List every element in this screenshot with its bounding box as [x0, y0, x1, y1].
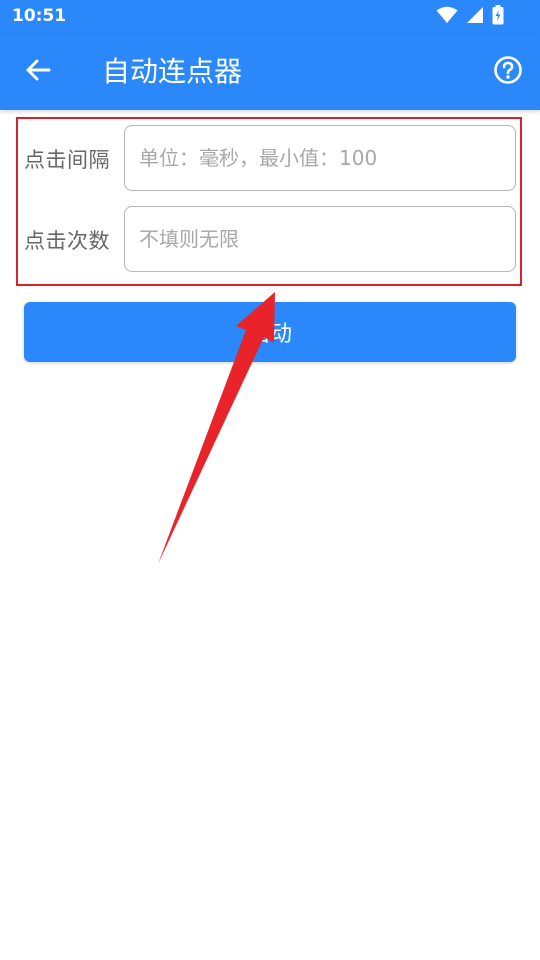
count-label: 点击次数: [24, 229, 110, 253]
interval-input[interactable]: [124, 125, 516, 191]
interval-label: 点击间隔: [24, 148, 110, 172]
help-circle-icon: [493, 55, 523, 89]
count-input[interactable]: [124, 206, 516, 272]
status-icons: [436, 5, 504, 29]
count-row: 点击次数: [24, 206, 516, 272]
status-time: 10:51: [12, 6, 67, 26]
help-button[interactable]: [490, 54, 526, 90]
interval-row: 点击间隔: [24, 125, 516, 191]
start-button-label: 启动: [247, 322, 292, 347]
battery-charging-icon: [492, 5, 504, 29]
back-button[interactable]: [18, 52, 58, 92]
wifi-icon: [436, 6, 458, 28]
signal-icon: [466, 6, 484, 28]
status-bar: 10:51: [0, 0, 540, 34]
app-title: 自动连点器: [102, 55, 243, 88]
start-button[interactable]: 启动: [24, 302, 516, 362]
arrow-back-icon: [25, 57, 51, 87]
app-bar: 自动连点器: [0, 34, 540, 110]
